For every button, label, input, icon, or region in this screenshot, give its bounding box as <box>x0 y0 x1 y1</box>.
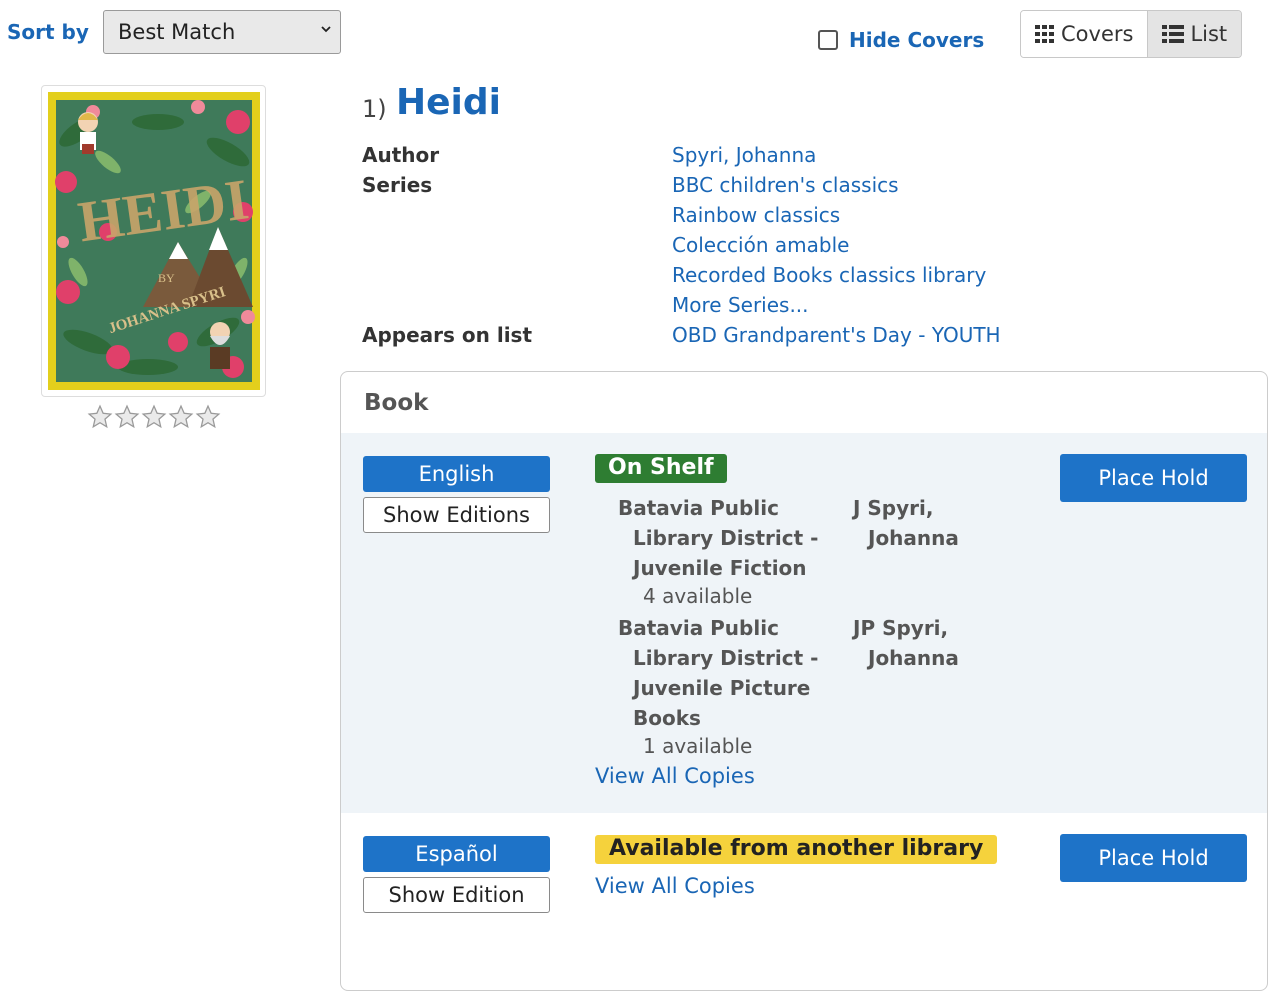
call-number-line: J Spyri, <box>853 496 934 520</box>
location-line: Library District - <box>633 526 819 550</box>
status-badge-label: On Shelf <box>595 454 727 483</box>
call-number: JP Spyri, Johanna <box>853 613 1003 673</box>
hide-covers-toggle[interactable]: Hide Covers <box>818 28 984 52</box>
availability-count: 1 available <box>643 734 753 758</box>
location-name: Batavia Public Library District - Juveni… <box>618 613 828 733</box>
place-hold-button[interactable]: Place Hold <box>1060 454 1247 502</box>
show-editions-button[interactable]: Show Editions <box>363 497 550 533</box>
more-series-link[interactable]: More Series... <box>672 293 809 317</box>
language-button-espanol[interactable]: Español <box>363 836 550 872</box>
hide-covers-checkbox[interactable] <box>818 30 838 50</box>
status-badge-other-library: Available from another library <box>595 835 998 864</box>
list-link[interactable]: OBD Grandparent's Day - YOUTH <box>672 323 1001 347</box>
location-line: Batavia Public <box>618 616 779 640</box>
location-line: Batavia Public <box>618 496 779 520</box>
result-number: 1) <box>362 95 387 123</box>
view-all-copies-link[interactable]: View All Copies <box>595 874 755 898</box>
result-title-link[interactable]: Heidi <box>396 82 501 123</box>
author-link[interactable]: Spyri, Johanna <box>672 143 816 167</box>
hide-covers-label: Hide Covers <box>849 28 985 52</box>
show-edition-button[interactable]: Show Edition <box>363 877 550 913</box>
call-number: J Spyri, Johanna <box>853 493 1003 553</box>
list-view-label: List <box>1190 22 1228 46</box>
series-link[interactable]: Rainbow classics <box>672 203 840 227</box>
covers-view-button[interactable]: Covers <box>1021 11 1148 57</box>
sort-selected-value: Best Match <box>118 20 236 44</box>
location-line: Books <box>633 706 701 730</box>
location-line: Juvenile Fiction <box>633 556 807 580</box>
sort-by-label: Sort by <box>7 20 89 44</box>
series-label: Series <box>362 173 433 197</box>
star-rating[interactable] <box>87 404 222 430</box>
place-hold-button[interactable]: Place Hold <box>1060 834 1247 882</box>
view-all-copies-link[interactable]: View All Copies <box>595 764 755 788</box>
book-cover[interactable]: HEIDI BY JOHANNA SPYRI <box>41 85 266 397</box>
grid-icon <box>1035 25 1054 43</box>
sort-select[interactable]: Best Match <box>103 10 341 54</box>
language-button-english[interactable]: English <box>363 456 550 492</box>
author-label: Author <box>362 143 440 167</box>
location-line: Library District - <box>633 646 819 670</box>
star-icon[interactable] <box>114 404 140 430</box>
view-toggle: Covers List <box>1020 10 1243 58</box>
location-name: Batavia Public Library District - Juveni… <box>618 493 828 583</box>
status-badge-label: Available from another library <box>595 835 998 864</box>
cover-image: HEIDI BY JOHANNA SPYRI <box>48 92 260 390</box>
status-badge-on-shelf: On Shelf <box>595 454 727 483</box>
star-icon[interactable] <box>195 404 221 430</box>
list-icon <box>1162 25 1185 43</box>
list-view-button[interactable]: List <box>1147 11 1242 57</box>
call-number-line: JP Spyri, <box>853 616 949 640</box>
svg-text:BY: BY <box>158 271 175 285</box>
format-heading: Book <box>364 390 429 416</box>
call-number-line: Johanna <box>868 526 959 550</box>
series-link[interactable]: BBC children's classics <box>672 173 899 197</box>
location-line: Juvenile Picture <box>633 676 811 700</box>
star-icon[interactable] <box>87 404 113 430</box>
appears-on-list-label: Appears on list <box>362 323 533 347</box>
series-link[interactable]: Colección amable <box>672 233 849 257</box>
covers-view-label: Covers <box>1061 22 1134 46</box>
series-link[interactable]: Recorded Books classics library <box>672 263 986 287</box>
call-number-line: Johanna <box>868 646 959 670</box>
star-icon[interactable] <box>168 404 194 430</box>
star-icon[interactable] <box>141 404 167 430</box>
chevron-down-icon <box>321 26 331 33</box>
availability-count: 4 available <box>643 584 753 608</box>
